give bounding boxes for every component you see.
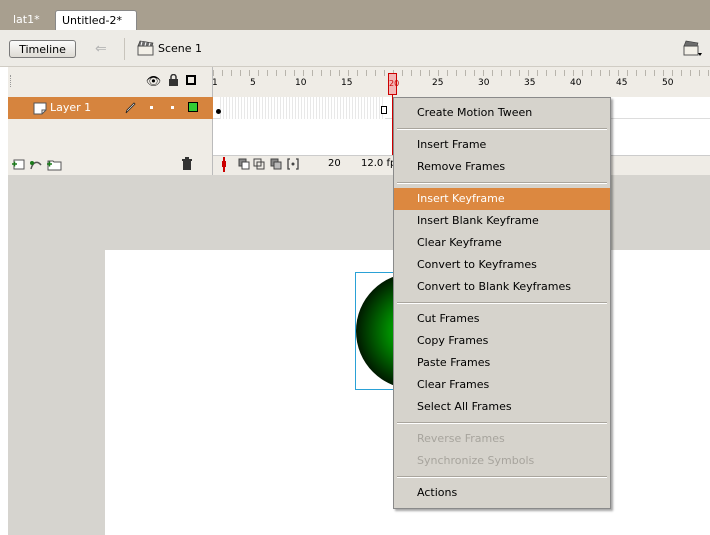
menu-separator	[397, 302, 607, 304]
end-frame-marker[interactable]	[381, 106, 387, 114]
menu-separator	[397, 182, 607, 184]
keyframe-marker[interactable]	[216, 109, 221, 114]
lock-dot[interactable]	[171, 106, 174, 109]
panel-grip[interactable]	[10, 75, 13, 87]
ruler-label: 35	[524, 78, 536, 88]
frame-rate-readout[interactable]: 12.0 fp	[361, 158, 396, 169]
center-frame-icon[interactable]	[220, 157, 228, 172]
current-frame-readout: 20	[328, 158, 341, 169]
ruler-label: 50	[662, 78, 674, 88]
menu-item-paste-frames[interactable]: Paste Frames	[394, 352, 610, 374]
ruler-label: 45	[616, 78, 628, 88]
playhead[interactable]: 20	[388, 73, 399, 95]
ruler-label: 40	[570, 78, 582, 88]
outline-icon[interactable]	[186, 75, 196, 85]
ruler-label: 25	[432, 78, 444, 88]
menu-item-copy-frames[interactable]: Copy Frames	[394, 330, 610, 352]
add-folder-icon[interactable]	[46, 158, 62, 171]
layer-name[interactable]: Layer 1	[50, 101, 91, 114]
lock-icon[interactable]	[168, 74, 179, 87]
ruler-label: 30	[478, 78, 490, 88]
modify-onion-markers-icon[interactable]	[287, 158, 299, 170]
ruler-label: 10	[295, 78, 307, 88]
menu-item-reverse-frames: Reverse Frames	[417, 432, 505, 445]
menu-item-insert-frame[interactable]: Insert Frame	[394, 134, 610, 156]
timeline-toggle-button[interactable]: Timeline	[9, 40, 76, 58]
menu-item-insert-keyframe[interactable]: Insert Keyframe	[394, 188, 610, 210]
onion-skin-outlines-icon[interactable]	[253, 158, 265, 170]
tab-untitled-2[interactable]: Untitled-2*	[55, 10, 137, 30]
menu-item-insert-blank-keyframe[interactable]: Insert Blank Keyframe	[394, 210, 610, 232]
ruler-label: 1	[212, 78, 218, 88]
back-arrow-icon[interactable]: ⇐	[95, 41, 113, 57]
menu-item-select-all-frames[interactable]: Select All Frames	[394, 396, 610, 418]
onion-skin-icon[interactable]	[238, 158, 250, 170]
edit-multiple-frames-icon[interactable]	[270, 158, 282, 170]
menu-separator	[397, 476, 607, 478]
menu-item-actions[interactable]: Actions	[394, 482, 610, 504]
menu-item-remove-frames[interactable]: Remove Frames	[394, 156, 610, 178]
add-layer-icon[interactable]	[11, 158, 26, 171]
add-motion-guide-icon[interactable]	[29, 158, 43, 171]
menu-item-clear-frames[interactable]: Clear Frames	[394, 374, 610, 396]
menu-item-create-motion-tween[interactable]: Create Motion Tween	[394, 102, 610, 124]
ruler-label: 15	[341, 78, 353, 88]
ruler-ticks	[213, 70, 710, 76]
visibility-dot[interactable]	[150, 106, 153, 109]
tab-lat1[interactable]: lat1*	[7, 10, 55, 30]
menu-item-convert-to-blank-keyframes[interactable]: Convert to Blank Keyframes	[394, 276, 610, 298]
pencil-icon	[125, 102, 136, 114]
eye-icon[interactable]: 👁	[146, 74, 161, 88]
menu-item-cut-frames[interactable]: Cut Frames	[394, 308, 610, 330]
layer-icon	[33, 102, 47, 115]
divider	[124, 38, 125, 60]
layers-header	[8, 67, 213, 97]
layer-outline-color-swatch[interactable]	[188, 102, 198, 112]
menu-separator	[397, 422, 607, 424]
scene-label: Scene 1	[158, 42, 203, 55]
trash-icon[interactable]	[181, 157, 193, 171]
scene-clapper-icon	[137, 40, 154, 56]
menu-item-synchronize-symbols: Synchronize Symbols	[417, 454, 535, 467]
ruler-label: 5	[250, 78, 256, 88]
edit-scene-icon[interactable]	[683, 40, 703, 58]
menu-item-convert-to-keyframes[interactable]: Convert to Keyframes	[394, 254, 610, 276]
menu-item-clear-keyframe[interactable]: Clear Keyframe	[394, 232, 610, 254]
frame-span[interactable]	[220, 97, 385, 119]
menu-separator	[397, 128, 607, 130]
